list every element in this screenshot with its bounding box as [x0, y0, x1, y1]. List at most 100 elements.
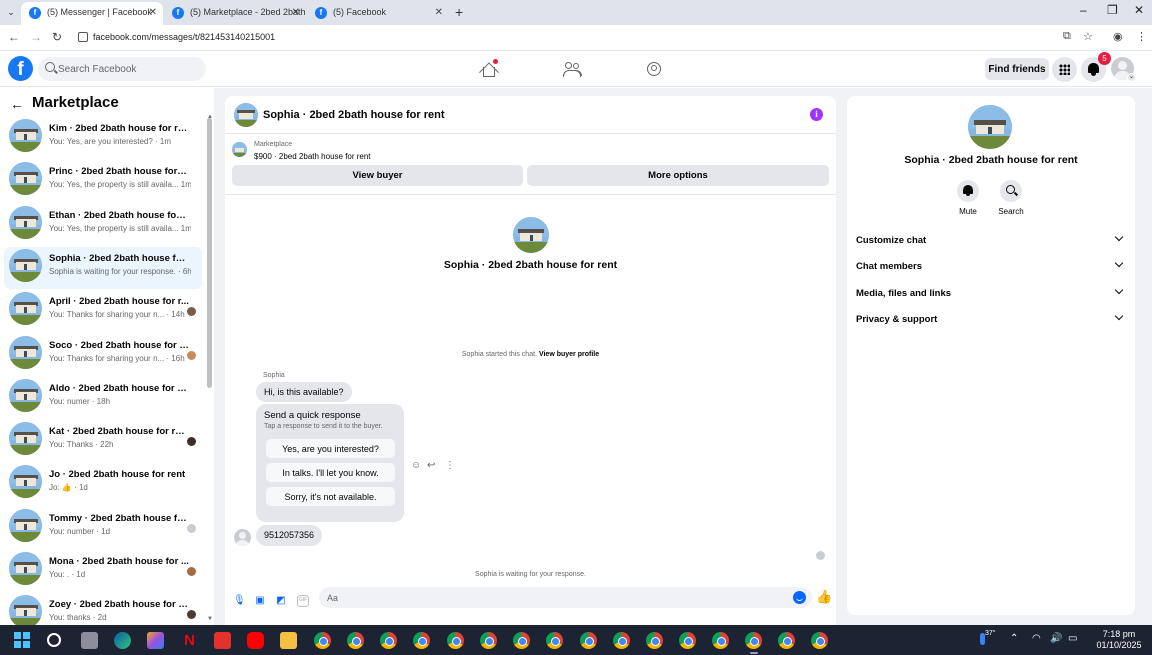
home-icon[interactable]	[479, 59, 499, 83]
chrome-profile-icon[interactable]	[745, 632, 762, 649]
forward-arrow-icon[interactable]: →	[30, 30, 42, 44]
groups-icon[interactable]	[645, 60, 663, 78]
back-arrow-icon[interactable]: ←	[10, 97, 24, 111]
youtube-icon[interactable]	[247, 632, 264, 649]
quick-response-in-talks-button[interactable]: In talks. I'll let you know.	[266, 463, 395, 482]
media-files-links-row[interactable]: Media, files and links	[851, 282, 1131, 306]
facebook-logo-icon[interactable]: f	[8, 56, 33, 81]
edge-icon[interactable]	[114, 632, 131, 649]
search-input[interactable]	[58, 57, 198, 81]
conversation-item[interactable]: Princ · 2bed 2bath house for rent You: Ye…	[4, 160, 202, 202]
conversation-item[interactable]: Zoey · 2bed 2bath house for r... You: tha…	[4, 593, 202, 625]
file-explorer-icon[interactable]	[280, 632, 297, 649]
volume-icon[interactable]: 🔊	[1050, 633, 1062, 644]
scroll-down-icon[interactable]: ▼	[207, 616, 213, 622]
chrome-profile-icon[interactable]	[380, 632, 397, 649]
chrome-profile-icon[interactable]	[447, 632, 464, 649]
close-window-icon[interactable]: ✕	[1134, 3, 1144, 17]
chrome-profile-icon[interactable]	[613, 632, 630, 649]
chrome-profile-icon[interactable]	[646, 632, 663, 649]
system-clock[interactable]: 7:18 pm 01/10/2025	[1093, 629, 1145, 651]
task-view-icon[interactable]	[81, 632, 98, 649]
search-box[interactable]	[38, 57, 206, 81]
browser-tab-marketplace[interactable]: f (5) Marketplace - 2bed 2bath h ✕	[164, 2, 306, 25]
browser-menu-icon[interactable]: ⋮	[1136, 30, 1147, 43]
site-info-icon[interactable]	[78, 32, 88, 42]
photo-icon[interactable]: ▣	[254, 595, 266, 607]
conversation-item[interactable]: Aldo · 2bed 2bath house for rent You: num…	[4, 377, 202, 419]
chrome-profile-icon[interactable]	[712, 632, 729, 649]
details-thumbnail[interactable]	[968, 105, 1012, 149]
tab-search-icon[interactable]: ⌄	[4, 5, 18, 19]
new-tab-icon[interactable]: +	[455, 4, 463, 20]
conversation-item[interactable]: Mona · 2bed 2bath house for ... You: . · …	[4, 550, 202, 592]
message-bubble[interactable]: 9512057356	[256, 525, 323, 546]
view-buyer-button[interactable]: View buyer	[232, 165, 523, 186]
chrome-profile-icon[interactable]	[778, 632, 795, 649]
browser-tab-messenger[interactable]: f (5) Messenger | Facebook ✕	[21, 2, 163, 25]
conversation-item[interactable]: Sophia · 2bed 2bath house for r... Sophia…	[4, 246, 202, 289]
message-input[interactable]	[319, 587, 812, 608]
more-actions-icon[interactable]: ⋮	[445, 460, 455, 472]
close-tab-icon[interactable]: ✕	[149, 2, 157, 23]
sender-avatar[interactable]	[234, 529, 251, 546]
profile-icon[interactable]: ◉	[1113, 30, 1123, 43]
sticker-icon[interactable]: ◩	[275, 595, 287, 607]
back-arrow-icon[interactable]: ←	[8, 30, 20, 44]
conversation-item[interactable]: April · 2bed 2bath house for r... You: Th…	[4, 290, 202, 332]
conversation-item[interactable]: Ethan · 2bed 2bath house for rent You: Ye…	[4, 204, 202, 246]
chrome-profile-icon[interactable]	[811, 632, 828, 649]
quick-response-not-available-button[interactable]: Sorry, it's not available.	[266, 487, 395, 506]
browser-tab-facebook[interactable]: f (5) Facebook ✕	[307, 2, 449, 25]
listing-thumbnail[interactable]	[234, 103, 258, 127]
chrome-profile-icon[interactable]	[679, 632, 696, 649]
weather-widget[interactable]: 37°	[975, 630, 996, 649]
thumbs-up-icon[interactable]: 👍	[816, 589, 832, 605]
chrome-profile-icon[interactable]	[546, 632, 563, 649]
wifi-icon[interactable]: ◠	[1032, 633, 1041, 644]
close-tab-icon[interactable]: ✕	[292, 2, 300, 23]
battery-icon[interactable]: ▭	[1068, 633, 1077, 644]
chrome-profile-icon[interactable]	[513, 632, 530, 649]
chat-members-row[interactable]: Chat members	[851, 255, 1131, 279]
conversation-item[interactable]: Jo · 2bed 2bath house for rent Jo: 👍 · 1d	[4, 463, 202, 505]
chrome-profile-icon[interactable]	[480, 632, 497, 649]
customize-chat-row[interactable]: Customize chat	[851, 229, 1131, 253]
menu-button[interactable]	[1052, 57, 1077, 82]
install-app-icon[interactable]: ⧉	[1063, 30, 1071, 43]
sidebar-scrollbar[interactable]	[207, 118, 212, 388]
conversation-item[interactable]: Kat · 2bed 2bath house for rent You: Than…	[4, 420, 202, 462]
view-buyer-profile-link[interactable]: View buyer profile	[539, 351, 599, 358]
more-options-button[interactable]: More options	[527, 165, 829, 186]
chat-title[interactable]: Sophia · 2bed 2bath house for rent	[263, 109, 445, 121]
message-bubble[interactable]: Hi, is this available?	[256, 382, 352, 402]
notifications-button[interactable]: 5	[1081, 52, 1111, 82]
url-text[interactable]: facebook.com/messages/t/821453140215001	[93, 32, 275, 42]
mute-button[interactable]: Mute	[948, 180, 988, 220]
chrome-profile-icon[interactable]	[347, 632, 364, 649]
gif-icon[interactable]: GIF	[297, 595, 309, 607]
conversation-item[interactable]: Kim · 2bed 2bath house for rent You: Yes,…	[4, 117, 202, 159]
copilot-icon[interactable]	[147, 632, 164, 649]
bookmark-star-icon[interactable]: ☆	[1083, 30, 1093, 43]
netflix-icon[interactable]: N	[181, 632, 198, 649]
close-tab-icon[interactable]: ✕	[435, 2, 443, 23]
find-friends-button[interactable]: Find friends	[985, 58, 1049, 80]
conversation-item[interactable]: Soco · 2bed 2bath house for r... You: Tha…	[4, 334, 202, 376]
wps-icon[interactable]	[214, 632, 231, 649]
react-emoji-icon[interactable]: ☺	[411, 460, 421, 472]
reload-icon[interactable]: ↻	[52, 30, 62, 44]
reply-icon[interactable]: ↩	[427, 460, 435, 472]
maximize-icon[interactable]: ❐	[1107, 3, 1118, 17]
minimize-icon[interactable]: –	[1080, 3, 1087, 17]
emoji-icon[interactable]	[793, 591, 806, 604]
chrome-profile-icon[interactable]	[580, 632, 597, 649]
listing-summary[interactable]: Marketplace $900 · 2bed 2bath house for …	[232, 140, 832, 162]
quick-response-yes-button[interactable]: Yes, are you interested?	[266, 439, 395, 458]
windows-start-icon[interactable]	[14, 632, 30, 648]
chrome-icon[interactable]	[314, 632, 331, 649]
tray-chevron-icon[interactable]: ⌃	[1010, 633, 1018, 644]
privacy-support-row[interactable]: Privacy & support	[851, 308, 1131, 332]
account-chevron-icon[interactable]: ⌄	[1127, 73, 1136, 82]
microphone-icon[interactable]: 🎙	[233, 595, 246, 607]
